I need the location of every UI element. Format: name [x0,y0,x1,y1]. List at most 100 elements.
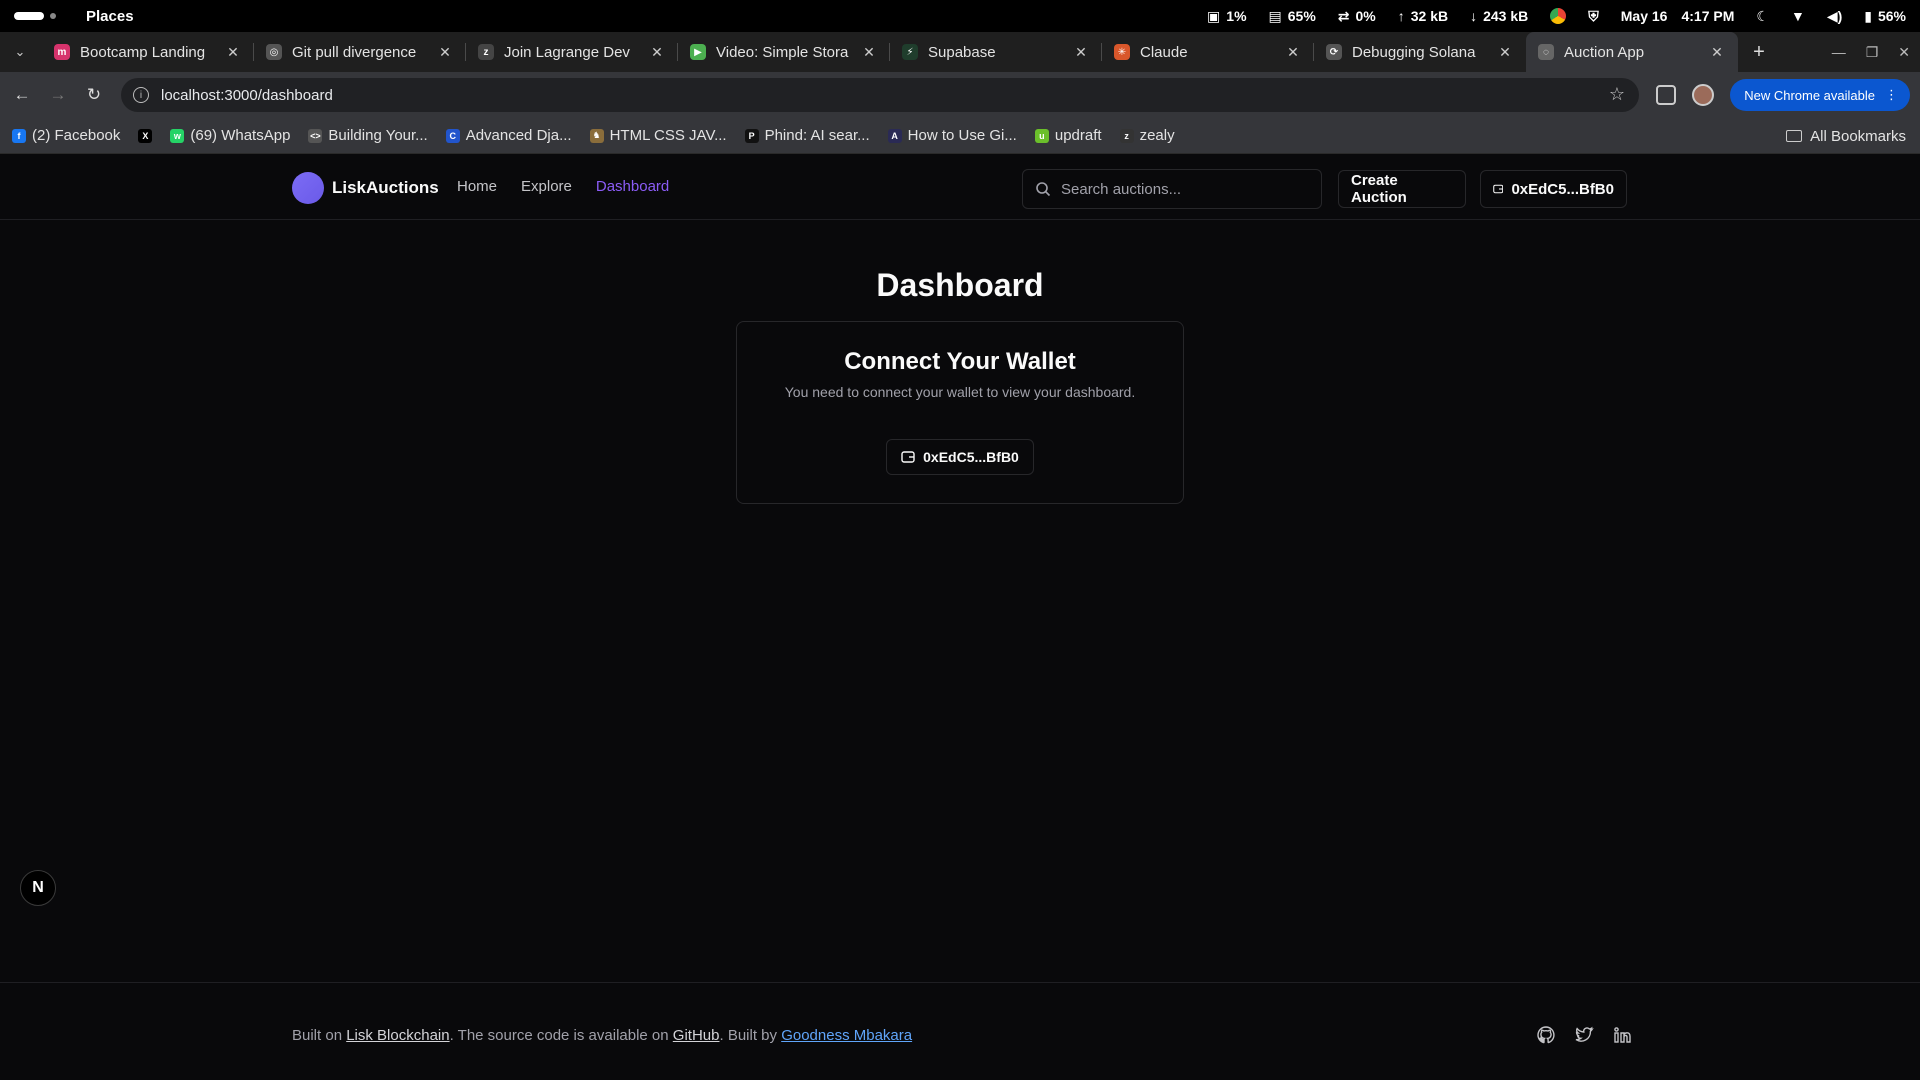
search-box [1022,169,1322,209]
bookmark-label: zealy [1139,127,1175,144]
tab-close-icon[interactable]: ✕ [436,44,454,61]
bookmark-item[interactable]: z zealy [1119,127,1175,144]
tab-favicon-icon: ◌ [1538,44,1554,60]
footer-text-3: . Built by [719,1027,782,1044]
places-menu[interactable]: Places [86,8,134,25]
forward-arrow-icon[interactable]: → [40,85,76,105]
bookmark-item[interactable]: f (2) Facebook [12,127,120,144]
browser-tab[interactable]: ⚡ Supabase ✕ [890,32,1102,72]
kebab-menu-icon: ⋮ [1885,87,1898,102]
tab-close-icon[interactable]: ✕ [1072,44,1090,61]
shield-tray-icon[interactable]: ⛨ [1588,8,1599,25]
close-window-icon[interactable]: ✕ [1898,44,1910,61]
tab-close-icon[interactable]: ✕ [224,44,242,61]
bookmark-item[interactable]: w (69) WhatsApp [170,127,290,144]
swap-value: 0% [1355,8,1376,24]
time-text: 4:17 PM [1681,8,1735,24]
back-arrow-icon[interactable]: ← [4,85,40,105]
tab-close-icon[interactable]: ✕ [1496,44,1514,61]
browser-tab[interactable]: ◎ Git pull divergence ✕ [254,32,466,72]
browser-tab[interactable]: ⟳ Debugging Solana ✕ [1314,32,1526,72]
footer-text: Built on Lisk Blockchain. The source cod… [292,1027,912,1044]
tab-close-icon[interactable]: ✕ [860,44,878,61]
night-light-icon[interactable]: ☾ [1756,8,1769,25]
author-link[interactable]: Goodness Mbakara [781,1027,912,1044]
nav-explore[interactable]: Explore [521,178,572,195]
card-wallet-button[interactable]: 0xEdC5...BfB0 [886,439,1034,475]
tab-close-icon[interactable]: ✕ [1284,44,1302,61]
cpu-stat: ▣ 1% [1207,8,1246,25]
workspace-indicator[interactable] [14,12,56,20]
tab-close-icon[interactable]: ✕ [1708,44,1726,61]
memory-icon: ▤ [1268,7,1282,24]
linkedin-icon[interactable] [1612,1025,1632,1045]
download-stat: ↓ 243 kB [1470,8,1528,24]
bookmark-item[interactable]: X [138,128,153,143]
tab-title: Auction App [1564,43,1645,61]
new-tab-plus-icon[interactable]: + [1744,41,1774,64]
nextjs-dev-badge[interactable]: N [20,870,56,906]
wallet-address-label: 0xEdC5...BfB0 [1511,180,1614,198]
bookmark-item[interactable]: ♞ HTML CSS JAV... [589,127,727,144]
tab-favicon-icon: ▶ [690,44,706,60]
bookmark-label: Advanced Dja... [465,127,572,144]
browser-tab[interactable]: m Bootcamp Landing ✕ [42,32,254,72]
swap-icon: ⇄ [1337,7,1350,24]
nav-dashboard[interactable]: Dashboard [596,178,669,195]
lisk-blockchain-link[interactable]: Lisk Blockchain [346,1027,449,1044]
all-bookmarks-label: All Bookmarks [1810,127,1906,145]
volume-icon[interactable]: ◀) [1827,8,1842,25]
browser-tab[interactable]: ✳ Claude ✕ [1102,32,1314,72]
download-value: 243 kB [1483,8,1529,24]
browser-tab[interactable]: ▶ Video: Simple Stora ✕ [678,32,890,72]
card-description: You need to connect your wallet to view … [784,384,1136,400]
tab-title: Debugging Solana [1352,43,1476,61]
tab-close-icon[interactable]: ✕ [648,44,666,61]
connect-wallet-card: Connect Your Wallet You need to connect … [736,321,1184,504]
omnibox[interactable]: i localhost:3000/dashboard ☆ [121,78,1639,112]
bookmark-star-icon[interactable]: ☆ [1609,84,1625,105]
search-input[interactable] [1061,180,1301,198]
wifi-icon[interactable]: ▼ [1791,8,1805,24]
bookmark-item[interactable]: <> Building Your... [308,127,428,144]
nav-home[interactable]: Home [457,178,497,195]
clock[interactable]: May 16 4:17 PM [1621,8,1735,24]
url-text[interactable]: localhost:3000/dashboard [161,87,333,104]
brand-logo-icon [292,172,324,204]
minimize-icon[interactable]: — [1832,44,1846,60]
twitter-icon[interactable] [1574,1025,1594,1045]
reload-icon[interactable]: ↻ [76,85,112,105]
site-info-icon[interactable]: i [133,87,149,103]
tab-title: Supabase [928,43,996,61]
tab-title: Bootcamp Landing [80,43,206,61]
brand-link[interactable]: LiskAuctions [292,172,439,204]
tab-search-chevron-icon[interactable]: ⌄ [6,38,34,66]
wallet-button[interactable]: 0xEdC5...BfB0 [1480,170,1627,208]
github-icon[interactable] [1536,1025,1556,1045]
all-bookmarks-button[interactable]: All Bookmarks [1786,118,1906,154]
restore-icon[interactable]: ❐ [1866,44,1879,61]
bookmark-favicon-icon: X [138,128,153,143]
browser-tab[interactable]: ◌ Auction App ✕ [1526,32,1738,72]
footer-text-2: . The source code is available on [449,1027,673,1044]
create-auction-button[interactable]: Create Auction [1338,170,1466,208]
battery-stat[interactable]: ▮ 56% [1864,8,1906,25]
date-text: May 16 [1620,8,1668,24]
tab-favicon-icon: ◎ [266,44,282,60]
extensions-icon[interactable] [1656,85,1677,105]
upload-arrow-icon: ↑ [1397,8,1405,24]
github-link[interactable]: GitHub [673,1027,720,1044]
search-icon [1036,182,1051,197]
site-header: LiskAuctions Home Explore Dashboard Crea… [0,155,1920,220]
chrome-update-button[interactable]: New Chrome available ⋮ [1730,79,1910,111]
tab-favicon-icon: ⟳ [1326,44,1342,60]
bookmark-item[interactable]: P Phind: AI sear... [744,127,870,144]
browser-tab[interactable]: z Join Lagrange Dev ✕ [466,32,678,72]
update-label: New Chrome available [1744,87,1875,103]
profile-avatar[interactable] [1692,84,1715,106]
tab-title: Join Lagrange Dev [504,43,630,61]
bookmark-item[interactable]: u updraft [1034,127,1102,144]
chrome-tray-icon[interactable] [1550,8,1567,24]
bookmark-item[interactable]: A How to Use Gi... [887,127,1017,144]
bookmark-item[interactable]: C Advanced Dja... [445,127,572,144]
